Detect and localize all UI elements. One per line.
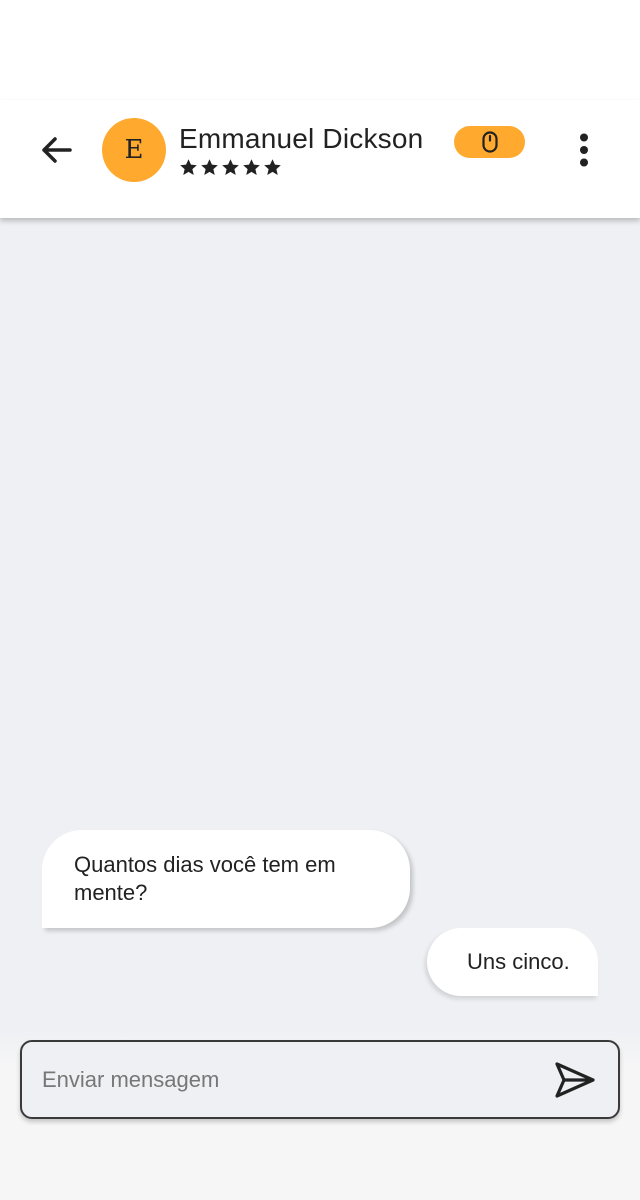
status-bar-area xyxy=(0,0,640,100)
chat-header: E Emmanuel Dickson xyxy=(0,100,640,218)
more-options-button[interactable] xyxy=(566,128,602,172)
send-button[interactable] xyxy=(550,1056,600,1104)
message-bubble-received: Quantos dias você tem em mente? xyxy=(42,830,410,928)
message-bubble-sent: Uns cinco. xyxy=(427,928,598,996)
star-icon xyxy=(264,159,281,176)
more-vertical-icon xyxy=(580,133,588,167)
star-icon xyxy=(201,159,218,176)
send-icon xyxy=(555,1062,595,1098)
contact-name: Emmanuel Dickson xyxy=(179,123,424,154)
message-list[interactable]: Quantos dias você tem em mente? Uns cinc… xyxy=(0,218,640,1028)
arrow-left-icon xyxy=(42,137,72,163)
message-input[interactable] xyxy=(42,1042,542,1117)
chat-screen: E Emmanuel Dickson Quantos dias você tem… xyxy=(0,0,640,1200)
rating-stars xyxy=(179,158,282,177)
avatar-initial: E xyxy=(124,135,144,165)
back-button[interactable] xyxy=(30,124,82,176)
mouse-icon xyxy=(481,131,498,153)
message-composer xyxy=(0,1028,640,1200)
mode-badge[interactable] xyxy=(454,126,525,158)
star-icon xyxy=(222,159,239,176)
star-icon xyxy=(243,159,260,176)
message-input-box xyxy=(20,1040,620,1119)
star-icon xyxy=(180,159,197,176)
avatar[interactable]: E xyxy=(102,118,166,182)
